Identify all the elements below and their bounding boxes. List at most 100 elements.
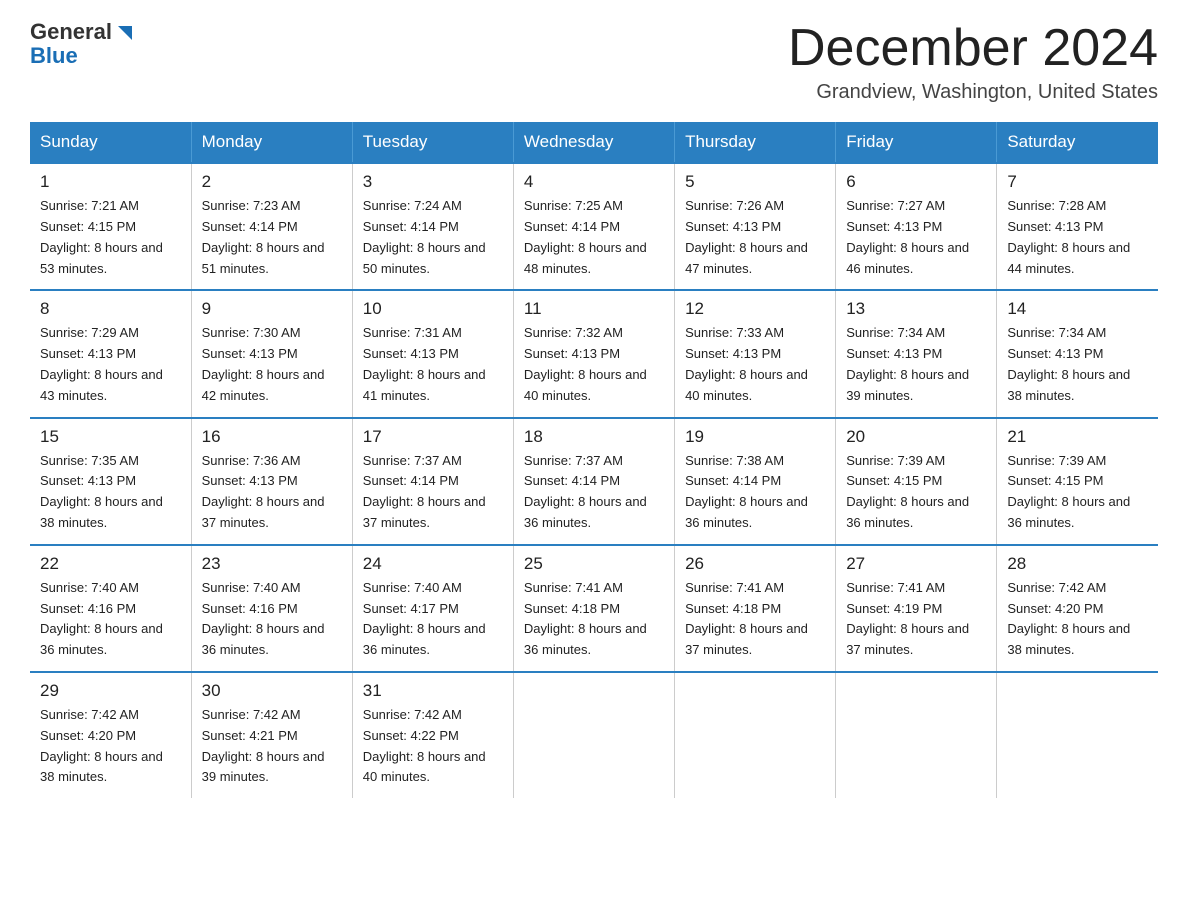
calendar-day-cell: 2 Sunrise: 7:23 AMSunset: 4:14 PMDaylight… [191, 163, 352, 290]
logo-blue: Blue [30, 44, 78, 68]
calendar-day-cell: 6 Sunrise: 7:27 AMSunset: 4:13 PMDaylight… [836, 163, 997, 290]
day-info: Sunrise: 7:42 AMSunset: 4:21 PMDaylight:… [202, 705, 342, 788]
calendar-week-2: 8Sunrise: 7:29 AMSunset: 4:13 PMDaylight… [30, 290, 1158, 417]
day-info: Sunrise: 7:39 AMSunset: 4:15 PMDaylight:… [846, 451, 986, 534]
day-number: 1 [40, 172, 181, 192]
day-info: Sunrise: 7:34 AMSunset: 4:13 PMDaylight:… [1007, 323, 1148, 406]
day-number: 14 [1007, 299, 1148, 319]
calendar-day-cell: 3 Sunrise: 7:24 AMSunset: 4:14 PMDaylight… [352, 163, 513, 290]
day-info: Sunrise: 7:41 AMSunset: 4:19 PMDaylight:… [846, 578, 986, 661]
day-info: Sunrise: 7:21 AMSunset: 4:15 PMDaylight:… [40, 196, 181, 279]
day-number: 16 [202, 427, 342, 447]
calendar-day-cell [675, 672, 836, 798]
day-info: Sunrise: 7:31 AMSunset: 4:13 PMDaylight:… [363, 323, 503, 406]
weekday-header-tuesday: Tuesday [352, 122, 513, 163]
calendar-day-cell: 14 Sunrise: 7:34 AMSunset: 4:13 PMDayligh… [997, 290, 1158, 417]
day-number: 6 [846, 172, 986, 192]
calendar-day-cell: 21 Sunrise: 7:39 AMSunset: 4:15 PMDayligh… [997, 418, 1158, 545]
day-number: 7 [1007, 172, 1148, 192]
calendar-day-cell: 20 Sunrise: 7:39 AMSunset: 4:15 PMDayligh… [836, 418, 997, 545]
calendar-day-cell: 9 Sunrise: 7:30 AMSunset: 4:13 PMDaylight… [191, 290, 352, 417]
day-info: Sunrise: 7:34 AMSunset: 4:13 PMDaylight:… [846, 323, 986, 406]
day-info: Sunrise: 7:27 AMSunset: 4:13 PMDaylight:… [846, 196, 986, 279]
calendar-day-cell: 22Sunrise: 7:40 AMSunset: 4:16 PMDayligh… [30, 545, 191, 672]
day-number: 19 [685, 427, 825, 447]
calendar-day-cell: 10 Sunrise: 7:31 AMSunset: 4:13 PMDayligh… [352, 290, 513, 417]
calendar-day-cell: 19 Sunrise: 7:38 AMSunset: 4:14 PMDayligh… [675, 418, 836, 545]
calendar-day-cell: 26 Sunrise: 7:41 AMSunset: 4:18 PMDayligh… [675, 545, 836, 672]
calendar-day-cell: 31Sunrise: 7:42 AMSunset: 4:22 PMDayligh… [352, 672, 513, 798]
weekday-header-sunday: Sunday [30, 122, 191, 163]
calendar-day-cell: 13 Sunrise: 7:34 AMSunset: 4:13 PMDayligh… [836, 290, 997, 417]
calendar-day-cell [836, 672, 997, 798]
day-info: Sunrise: 7:42 AMSunset: 4:22 PMDaylight:… [363, 705, 503, 788]
day-info: Sunrise: 7:26 AMSunset: 4:13 PMDaylight:… [685, 196, 825, 279]
day-number: 15 [40, 427, 181, 447]
day-number: 11 [524, 299, 664, 319]
day-number: 2 [202, 172, 342, 192]
day-info: Sunrise: 7:40 AMSunset: 4:16 PMDaylight:… [202, 578, 342, 661]
day-number: 13 [846, 299, 986, 319]
day-number: 26 [685, 554, 825, 574]
calendar-day-cell: 1 Sunrise: 7:21 AMSunset: 4:15 PMDaylight… [30, 163, 191, 290]
day-info: Sunrise: 7:24 AMSunset: 4:14 PMDaylight:… [363, 196, 503, 279]
calendar-day-cell: 23 Sunrise: 7:40 AMSunset: 4:16 PMDayligh… [191, 545, 352, 672]
day-number: 12 [685, 299, 825, 319]
calendar-day-cell: 28 Sunrise: 7:42 AMSunset: 4:20 PMDayligh… [997, 545, 1158, 672]
weekday-header-thursday: Thursday [675, 122, 836, 163]
day-number: 18 [524, 427, 664, 447]
calendar-day-cell: 8Sunrise: 7:29 AMSunset: 4:13 PMDaylight… [30, 290, 191, 417]
day-info: Sunrise: 7:40 AMSunset: 4:17 PMDaylight:… [363, 578, 503, 661]
calendar-day-cell: 24 Sunrise: 7:40 AMSunset: 4:17 PMDayligh… [352, 545, 513, 672]
day-info: Sunrise: 7:42 AMSunset: 4:20 PMDaylight:… [1007, 578, 1148, 661]
calendar-day-cell: 27 Sunrise: 7:41 AMSunset: 4:19 PMDayligh… [836, 545, 997, 672]
calendar-day-cell: 15 Sunrise: 7:35 AMSunset: 4:13 PMDayligh… [30, 418, 191, 545]
day-info: Sunrise: 7:38 AMSunset: 4:14 PMDaylight:… [685, 451, 825, 534]
day-number: 10 [363, 299, 503, 319]
calendar-day-cell: 5 Sunrise: 7:26 AMSunset: 4:13 PMDaylight… [675, 163, 836, 290]
calendar-day-cell: 11 Sunrise: 7:32 AMSunset: 4:13 PMDayligh… [513, 290, 674, 417]
calendar-week-4: 22Sunrise: 7:40 AMSunset: 4:16 PMDayligh… [30, 545, 1158, 672]
day-number: 23 [202, 554, 342, 574]
logo: General Blue [30, 20, 136, 68]
day-number: 29 [40, 681, 181, 701]
calendar-day-cell: 30 Sunrise: 7:42 AMSunset: 4:21 PMDayligh… [191, 672, 352, 798]
location-title: Grandview, Washington, United States [788, 81, 1158, 104]
calendar-day-cell [513, 672, 674, 798]
day-number: 30 [202, 681, 342, 701]
weekday-header-friday: Friday [836, 122, 997, 163]
day-number: 27 [846, 554, 986, 574]
day-info: Sunrise: 7:42 AMSunset: 4:20 PMDaylight:… [40, 705, 181, 788]
day-info: Sunrise: 7:35 AMSunset: 4:13 PMDaylight:… [40, 451, 181, 534]
day-number: 4 [524, 172, 664, 192]
day-info: Sunrise: 7:23 AMSunset: 4:14 PMDaylight:… [202, 196, 342, 279]
day-number: 21 [1007, 427, 1148, 447]
logo-general: General [30, 20, 112, 44]
weekday-header-wednesday: Wednesday [513, 122, 674, 163]
day-number: 24 [363, 554, 503, 574]
day-number: 5 [685, 172, 825, 192]
calendar-day-cell: 16Sunrise: 7:36 AMSunset: 4:13 PMDayligh… [191, 418, 352, 545]
calendar-day-cell: 4 Sunrise: 7:25 AMSunset: 4:14 PMDaylight… [513, 163, 674, 290]
logo-triangle-icon [114, 22, 136, 44]
day-number: 3 [363, 172, 503, 192]
day-info: Sunrise: 7:28 AMSunset: 4:13 PMDaylight:… [1007, 196, 1148, 279]
day-info: Sunrise: 7:39 AMSunset: 4:15 PMDaylight:… [1007, 451, 1148, 534]
calendar-week-3: 15 Sunrise: 7:35 AMSunset: 4:13 PMDayligh… [30, 418, 1158, 545]
day-info: Sunrise: 7:29 AMSunset: 4:13 PMDaylight:… [40, 323, 181, 406]
calendar-day-cell: 17Sunrise: 7:37 AMSunset: 4:14 PMDayligh… [352, 418, 513, 545]
day-info: Sunrise: 7:32 AMSunset: 4:13 PMDaylight:… [524, 323, 664, 406]
day-number: 28 [1007, 554, 1148, 574]
weekday-header-saturday: Saturday [997, 122, 1158, 163]
day-number: 20 [846, 427, 986, 447]
day-number: 9 [202, 299, 342, 319]
day-info: Sunrise: 7:41 AMSunset: 4:18 PMDaylight:… [685, 578, 825, 661]
day-info: Sunrise: 7:30 AMSunset: 4:13 PMDaylight:… [202, 323, 342, 406]
day-info: Sunrise: 7:37 AMSunset: 4:14 PMDaylight:… [363, 451, 503, 534]
day-info: Sunrise: 7:25 AMSunset: 4:14 PMDaylight:… [524, 196, 664, 279]
calendar-day-cell: 12Sunrise: 7:33 AMSunset: 4:13 PMDayligh… [675, 290, 836, 417]
calendar-header: SundayMondayTuesdayWednesdayThursdayFrid… [30, 122, 1158, 163]
day-info: Sunrise: 7:41 AMSunset: 4:18 PMDaylight:… [524, 578, 664, 661]
calendar-day-cell: 7 Sunrise: 7:28 AMSunset: 4:13 PMDaylight… [997, 163, 1158, 290]
calendar-day-cell [997, 672, 1158, 798]
